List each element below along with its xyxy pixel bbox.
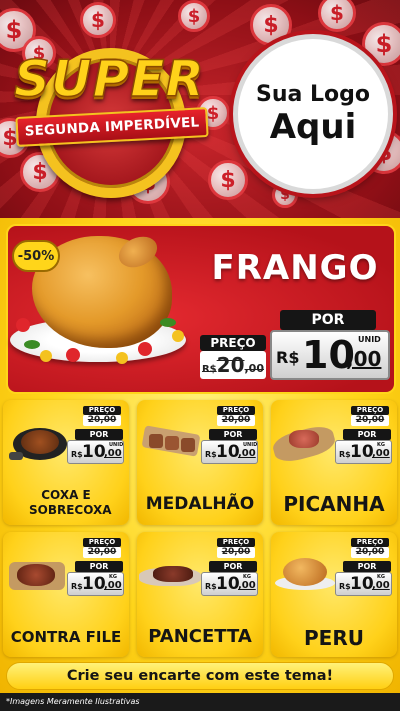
new-price: R$ 10 ,00 KG: [201, 572, 258, 596]
lemon-garnish: [40, 350, 52, 362]
currency-label: R$: [276, 348, 300, 367]
tomato-garnish: [138, 342, 152, 356]
old-price: R$20,00: [200, 351, 266, 379]
price-integer: 10: [216, 442, 240, 462]
preco-label: PREÇO: [351, 538, 389, 547]
new-price: R$ 10 ,00 UNID: [270, 330, 390, 380]
new-price: R$ 10 ,00 UNID: [201, 440, 258, 464]
super-segunda-badge: SUPER SEGUNDA IMPERDÍVEL: [8, 30, 213, 198]
header-banner: $ $ $ $ $ $ $ $ $ $ $ $ $ $ SUPER SEGUND…: [0, 0, 400, 218]
price-unit: UNID: [358, 335, 381, 344]
currency-label: R$: [71, 582, 83, 591]
currency-label: R$: [205, 450, 217, 459]
price-integer: 10: [350, 442, 374, 462]
por-label: POR: [280, 310, 376, 330]
product-name: PICANHA: [283, 492, 385, 516]
discount-badge: -50%: [12, 240, 60, 272]
price-cents: ,00: [238, 448, 256, 459]
old-price: 20,00: [217, 547, 255, 558]
product-name: PERU: [304, 626, 364, 650]
old-price: 20,00: [217, 415, 255, 426]
coin-icon: $: [178, 0, 210, 32]
preco-label: PREÇO: [83, 538, 121, 547]
product-name: CONTRA FILE: [10, 628, 122, 646]
steak-icon: [9, 558, 67, 592]
preco-label: PREÇO: [351, 406, 389, 415]
price-cents: ,00: [104, 580, 122, 591]
price-integer: 10: [82, 574, 106, 594]
tomato-garnish: [66, 348, 80, 362]
herb-garnish: [24, 340, 40, 349]
lemon-garnish: [116, 352, 128, 364]
new-price: R$ 10 ,00 UNID: [67, 440, 124, 464]
price-integer: 10: [216, 574, 240, 594]
por-label: POR: [209, 429, 257, 440]
product-name: MEDALHÃO: [145, 494, 255, 514]
store-logo-placeholder: Sua Logo Aqui: [233, 34, 393, 194]
product-card: PREÇO 20,00 POR R$ 10 ,00 KG CONTRA FILE: [3, 532, 129, 657]
featured-price-tag: PREÇO R$20,00 POR R$ 10 ,00 UNID: [200, 310, 390, 382]
product-card: PREÇO 20,00 POR R$ 10 ,00 KG PICANHA: [270, 400, 397, 525]
por-label: POR: [343, 561, 391, 572]
price-unit: UNID: [243, 442, 258, 448]
price-cents: ,00: [104, 448, 122, 459]
price-cents: ,00: [372, 448, 390, 459]
price-integer: 10: [350, 574, 374, 594]
old-price: 20,00: [83, 415, 121, 426]
price-cents: ,00: [372, 580, 390, 591]
price-unit: KG: [377, 574, 385, 580]
currency-label: R$: [71, 450, 83, 459]
price-unit: UNID: [109, 442, 124, 448]
preco-label: PREÇO: [217, 538, 255, 547]
preco-label: PREÇO: [200, 335, 266, 351]
pancetta-icon: [139, 562, 203, 590]
por-label: POR: [75, 429, 123, 440]
preco-label: PREÇO: [217, 406, 255, 415]
brand-title: SUPER: [13, 49, 205, 109]
por-label: POR: [75, 561, 123, 572]
price-cents: ,00: [238, 580, 256, 591]
logo-line-1: Sua Logo: [255, 82, 370, 107]
product-card: PREÇO 20,00 POR R$ 10 ,00 KG PANCETTA: [137, 532, 263, 657]
skewers-icon: [141, 425, 203, 458]
new-price: R$ 10 ,00 KG: [335, 572, 392, 596]
currency-label: R$: [339, 582, 351, 591]
product-card: PREÇO 20,00 POR R$ 10 ,00 UNID COXA E SO…: [3, 400, 129, 525]
product-name: COXA E SOBRECOXA: [29, 488, 112, 517]
cta-banner[interactable]: Crie seu encarte com este tema!: [6, 662, 394, 690]
por-label: POR: [343, 429, 391, 440]
currency-label: R$: [205, 582, 217, 591]
price-unit: KG: [377, 442, 385, 448]
por-label: POR: [209, 561, 257, 572]
logo-line-2: Aqui: [269, 107, 357, 147]
lemon-garnish: [172, 330, 184, 342]
new-price: R$ 10 ,00 KG: [67, 572, 124, 596]
price-integer: 10: [82, 442, 106, 462]
flyer: $ $ $ $ $ $ $ $ $ $ $ $ $ $ SUPER SEGUND…: [0, 0, 400, 711]
featured-product-name: FRANGO: [211, 248, 379, 288]
tomato-garnish: [16, 318, 30, 332]
roast-turkey-icon: [275, 556, 335, 592]
price-unit: KG: [109, 574, 117, 580]
product-card: PREÇO 20,00 POR R$ 10 ,00 UNID MEDALHÃO: [137, 400, 263, 525]
disclaimer: *Imagens Meramente Ilustrativas: [0, 693, 400, 711]
product-card: PREÇO 20,00 POR R$ 10 ,00 KG PERU: [271, 532, 397, 657]
price-unit: KG: [243, 574, 251, 580]
roasted-leg-icon: [9, 422, 67, 462]
old-price: 20,00: [351, 547, 389, 558]
price-cents: ,00: [346, 347, 382, 371]
preco-label: PREÇO: [83, 406, 121, 415]
currency-label: R$: [339, 450, 351, 459]
old-price: 20,00: [83, 547, 121, 558]
old-price: 20,00: [351, 415, 389, 426]
picanha-board-icon: [270, 422, 338, 466]
new-price: R$ 10 ,00 KG: [335, 440, 392, 464]
herb-garnish: [160, 318, 176, 327]
coin-icon: $: [208, 160, 248, 200]
product-name: PANCETTA: [148, 626, 252, 647]
